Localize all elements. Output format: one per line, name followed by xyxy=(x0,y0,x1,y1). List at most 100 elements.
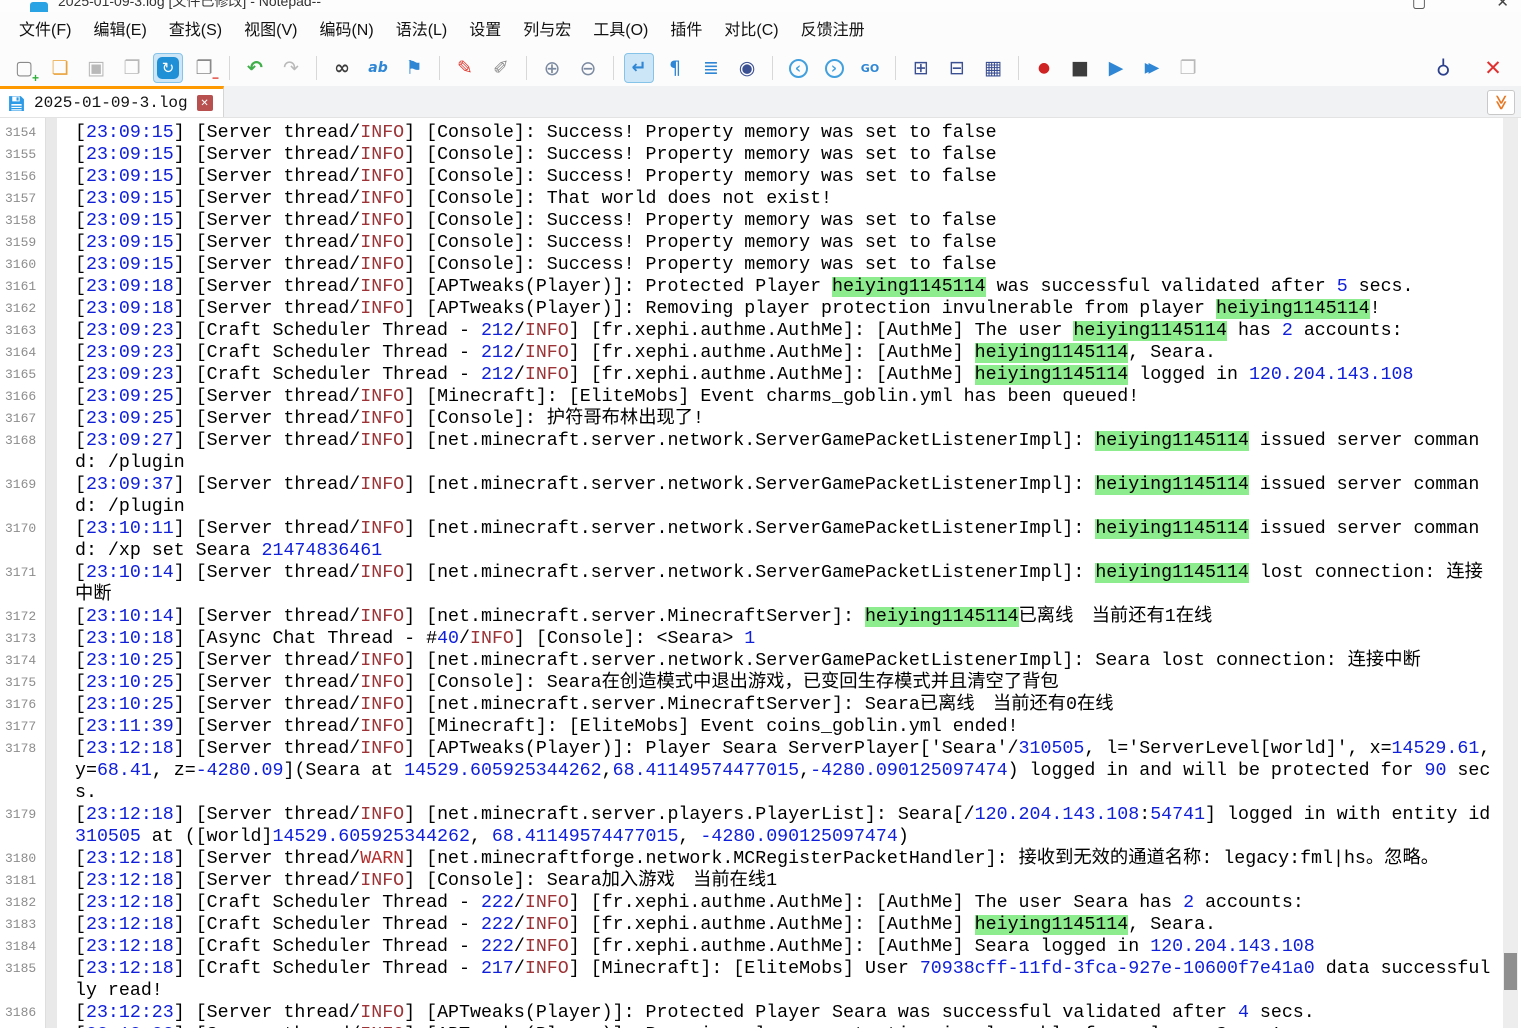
new-file-button[interactable]: ▢+ xyxy=(9,53,39,83)
menu-item-view[interactable]: 视图(V) xyxy=(233,12,308,50)
line-number: 3182 xyxy=(0,892,45,914)
menu-item-search[interactable]: 查找(S) xyxy=(158,12,233,50)
tab-2025-01-09-3-log[interactable]: 2025-01-09-3.log ✕ xyxy=(0,86,224,117)
undo-button[interactable]: ↶ xyxy=(240,53,270,83)
zoom-in-button[interactable]: ⊕ xyxy=(537,53,567,83)
menu-item-syntax[interactable]: 语法(L) xyxy=(385,12,459,50)
show-symbols-button[interactable]: ◉ xyxy=(732,53,762,83)
log-text: [23:12:18] [Server thread/INFO] [Console… xyxy=(58,870,1494,892)
line-number: 3179 xyxy=(0,804,45,826)
log-text: [23:09:23] [Craft Scheduler Thread - 212… xyxy=(58,320,1494,342)
bookmark-button[interactable]: ⚑ xyxy=(399,53,429,83)
tab-close-button[interactable]: ✕ xyxy=(197,95,213,111)
tab-label: 2025-01-09-3.log xyxy=(34,94,188,112)
log-text: [23:09:27] [Server thread/INFO] [net.min… xyxy=(58,430,1494,474)
macro-play-multi-icon: ▶▶ xyxy=(1145,61,1160,75)
bracket-select-button[interactable]: ⊞ xyxy=(906,53,936,83)
line-number: 3155 xyxy=(0,144,45,166)
macro-record-button[interactable]: ● xyxy=(1029,53,1059,83)
goto-line-button[interactable]: GO xyxy=(855,53,885,83)
log-text: [23:09:37] [Server thread/INFO] [net.min… xyxy=(58,474,1494,518)
word-wrap-button[interactable]: ↵ xyxy=(624,53,654,83)
log-line: 3174[23:10:25] [Server thread/INFO] [net… xyxy=(0,650,1521,672)
reload-button[interactable]: ↻ xyxy=(153,53,183,83)
show-paragraph-button[interactable]: ¶ xyxy=(660,53,690,83)
macro-save-button[interactable]: ❐ xyxy=(1173,53,1203,83)
save-button[interactable]: ▣ xyxy=(81,53,111,83)
zoom-out-button[interactable]: ⊖ xyxy=(573,53,603,83)
vertical-scrollbar[interactable] xyxy=(1503,118,1518,1028)
close-file-button[interactable]: ❐− xyxy=(189,53,219,83)
nav-forward-icon: › xyxy=(825,59,844,78)
column-edit-button[interactable]: ⊟ xyxy=(942,53,972,83)
monitor-view-button[interactable]: ▦ xyxy=(978,53,1008,83)
menu-item-file[interactable]: 文件(F) xyxy=(8,12,82,50)
pin-toolbar-button[interactable]: ⚲ xyxy=(1428,53,1458,83)
save-all-button[interactable]: ❐ xyxy=(117,53,147,83)
log-text: [23:09:15] [Server thread/INFO] [Console… xyxy=(58,122,1494,144)
line-number: 3156 xyxy=(0,166,45,188)
log-text: [23:10:14] [Server thread/INFO] [net.min… xyxy=(58,606,1494,628)
macro-stop-button[interactable]: ■ xyxy=(1065,53,1095,83)
save-all-icon: ❐ xyxy=(123,59,140,78)
nav-back-button[interactable]: ‹ xyxy=(783,53,813,83)
close-toolbar-button[interactable]: ✕ xyxy=(1478,53,1508,83)
menu-bar: 文件(F)编辑(E)查找(S)视图(V)编码(N)语法(L)设置列与宏工具(O)… xyxy=(0,12,1521,50)
log-line: 3185[23:12:18] [Craft Scheduler Thread -… xyxy=(0,958,1521,1002)
open-file-button[interactable]: ❏ xyxy=(45,53,75,83)
window-close-button[interactable]: ✕ xyxy=(1496,0,1509,11)
log-line: 3155[23:09:15] [Server thread/INFO] [Con… xyxy=(0,144,1521,166)
close-file-badge: − xyxy=(212,72,219,84)
maximize-button[interactable]: ▢ xyxy=(1412,0,1426,11)
log-text: [23:12:18] [Craft Scheduler Thread - 222… xyxy=(58,914,1494,936)
macro-play-button[interactable]: ▶ xyxy=(1101,53,1131,83)
log-line: 3167[23:09:25] [Server thread/INFO] [Con… xyxy=(0,408,1521,430)
log-line: 3169[23:09:37] [Server thread/INFO] [net… xyxy=(0,474,1521,518)
line-number: 3167 xyxy=(0,408,45,430)
indent-guide-icon: ≣ xyxy=(703,59,719,78)
menu-item-settings[interactable]: 设置 xyxy=(458,12,512,50)
line-number: 3154 xyxy=(0,122,45,144)
line-number: 3174 xyxy=(0,650,45,672)
menu-item-compare[interactable]: 对比(C) xyxy=(713,12,789,50)
indent-guide-button[interactable]: ≣ xyxy=(696,53,726,83)
line-number: 3162 xyxy=(0,298,45,320)
menu-item-tools[interactable]: 工具(O) xyxy=(582,12,659,50)
log-line: 3165[23:09:23] [Craft Scheduler Thread -… xyxy=(0,364,1521,386)
toolbar-separator xyxy=(1018,56,1019,80)
line-number: 3163 xyxy=(0,320,45,342)
line-number: 3159 xyxy=(0,232,45,254)
bookmark-icon: ⚑ xyxy=(405,59,422,78)
close-file-icon: ❐ xyxy=(195,59,212,78)
log-text: [23:10:18] [Async Chat Thread - #40/INFO… xyxy=(58,628,1494,650)
log-text: [23:11:39] [Server thread/INFO] [Minecra… xyxy=(58,716,1494,738)
clear-marks-button[interactable]: ✐ xyxy=(486,53,516,83)
undo-icon: ↶ xyxy=(247,59,263,78)
log-text: [23:12:18] [Craft Scheduler Thread - 222… xyxy=(58,936,1494,958)
editor[interactable]: 3154 [23:09:15] [Server thread/INFO] [Con… xyxy=(0,118,1521,1028)
line-number: 3178 xyxy=(0,738,45,760)
log-line: 3184[23:12:18] [Craft Scheduler Thread -… xyxy=(0,936,1521,958)
menu-item-column-macro[interactable]: 列与宏 xyxy=(512,12,582,50)
mark-highlight-button[interactable]: ✎ xyxy=(450,53,480,83)
tab-overflow-button[interactable]: ≫ xyxy=(1487,90,1515,115)
nav-forward-button[interactable]: › xyxy=(819,53,849,83)
log-text: [23:09:23] [Craft Scheduler Thread - 212… xyxy=(58,342,1494,364)
log-line: 3170[23:10:11] [Server thread/INFO] [net… xyxy=(0,518,1521,562)
scrollbar-thumb[interactable] xyxy=(1504,953,1517,990)
line-number: 3158 xyxy=(0,210,45,232)
toolbar-separator xyxy=(613,56,614,80)
menu-item-edit[interactable]: 编辑(E) xyxy=(82,12,157,50)
macro-play-multi-button[interactable]: ▶▶ xyxy=(1137,53,1167,83)
line-number: 3186 xyxy=(0,1002,45,1024)
menu-item-feedback[interactable]: 反馈注册 xyxy=(790,12,876,50)
find-button[interactable]: ∞ xyxy=(327,53,357,83)
redo-button[interactable]: ↷ xyxy=(276,53,306,83)
find-icon: ∞ xyxy=(334,59,350,78)
column-edit-icon: ⊟ xyxy=(949,59,965,78)
menu-item-encoding[interactable]: 编码(N) xyxy=(308,12,384,50)
menu-item-plugins[interactable]: 插件 xyxy=(659,12,713,50)
replace-button[interactable]: ab xyxy=(363,53,393,83)
redo-icon: ↷ xyxy=(283,59,299,78)
log-text: [23:12:18] [Server thread/INFO] [net.min… xyxy=(58,804,1494,848)
